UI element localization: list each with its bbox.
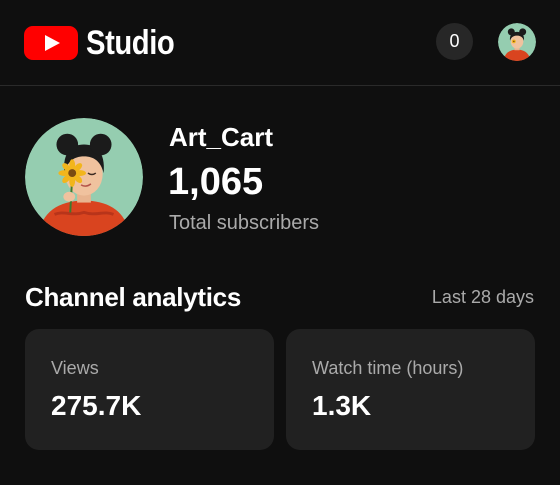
views-card[interactable]: Views 275.7K <box>25 329 274 450</box>
notification-count: 0 <box>449 31 460 51</box>
analytics-period: Last 28 days <box>431 287 534 307</box>
studio-logo[interactable]: Studio <box>24 26 189 60</box>
watch-time-card[interactable]: Watch time (hours) 1.3K <box>286 329 535 450</box>
app-name: Studio <box>86 24 175 62</box>
subscriber-count: 1,065 <box>168 161 264 203</box>
views-label: Views <box>51 358 99 378</box>
top-app-bar: Studio 0 <box>0 0 560 86</box>
channel-name: Art_Cart <box>169 122 274 152</box>
avatar-icon <box>498 23 536 61</box>
youtube-play-icon <box>24 26 78 60</box>
channel-analytics-title: Channel analytics <box>25 282 241 312</box>
account-avatar-button[interactable] <box>498 23 536 61</box>
watch-time-value: 1.3K <box>312 390 372 421</box>
notifications-button[interactable]: 0 <box>436 23 473 60</box>
views-value: 275.7K <box>51 390 142 421</box>
channel-avatar-image <box>25 118 143 236</box>
watch-time-label: Watch time (hours) <box>312 358 464 378</box>
subscriber-label: Total subscribers <box>169 212 320 234</box>
channel-avatar[interactable] <box>25 118 143 236</box>
